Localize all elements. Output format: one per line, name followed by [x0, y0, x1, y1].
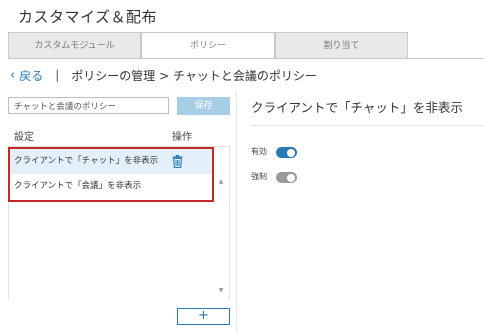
toggle-knob	[287, 173, 295, 182]
option-label-enforced: 強制	[251, 172, 267, 181]
detail-divider	[250, 125, 484, 126]
tab-bar: カスタムモジュール ポリシー 割り当て	[8, 32, 408, 59]
tab-divider	[8, 58, 484, 59]
breadcrumb-path: ポリシーの管理 > チャットと会議のポリシー	[71, 68, 317, 83]
enabled-toggle[interactable]	[276, 147, 297, 158]
tab-assignments[interactable]: 割り当て	[275, 32, 408, 59]
tab-policies[interactable]: ポリシー	[141, 32, 275, 59]
breadcrumb: ‹ 戻る | ポリシーの管理 > チャットと会議のポリシー	[10, 66, 317, 84]
tab-custom-modules[interactable]: カスタムモジュール	[8, 32, 141, 59]
panel-divider	[236, 92, 237, 333]
add-setting-button[interactable]: +	[177, 308, 230, 325]
scroll-up-arrow-icon[interactable]: ▲	[213, 178, 229, 185]
back-label: 戻る	[19, 68, 44, 83]
scroll-down-arrow-icon[interactable]: ▼	[213, 287, 229, 294]
enforced-toggle[interactable]	[276, 172, 297, 183]
toggle-knob	[287, 148, 295, 157]
detail-title: クライアントで「チャット」を非表示	[251, 100, 463, 115]
column-header-setting: 設定	[14, 132, 34, 143]
policy-name-input[interactable]	[8, 97, 169, 114]
save-button[interactable]: 保存	[177, 97, 230, 115]
highlight-box	[8, 147, 214, 202]
back-link[interactable]: ‹ 戻る	[10, 67, 43, 84]
column-header-action: 操作	[172, 132, 192, 143]
page-title: カスタマイズ＆配布	[18, 8, 158, 26]
breadcrumb-separator: |	[55, 68, 60, 82]
option-label-enabled: 有効	[251, 147, 267, 156]
chevron-left-icon: ‹	[10, 67, 16, 83]
scrollbar[interactable]: ▲ ▼	[213, 146, 229, 299]
